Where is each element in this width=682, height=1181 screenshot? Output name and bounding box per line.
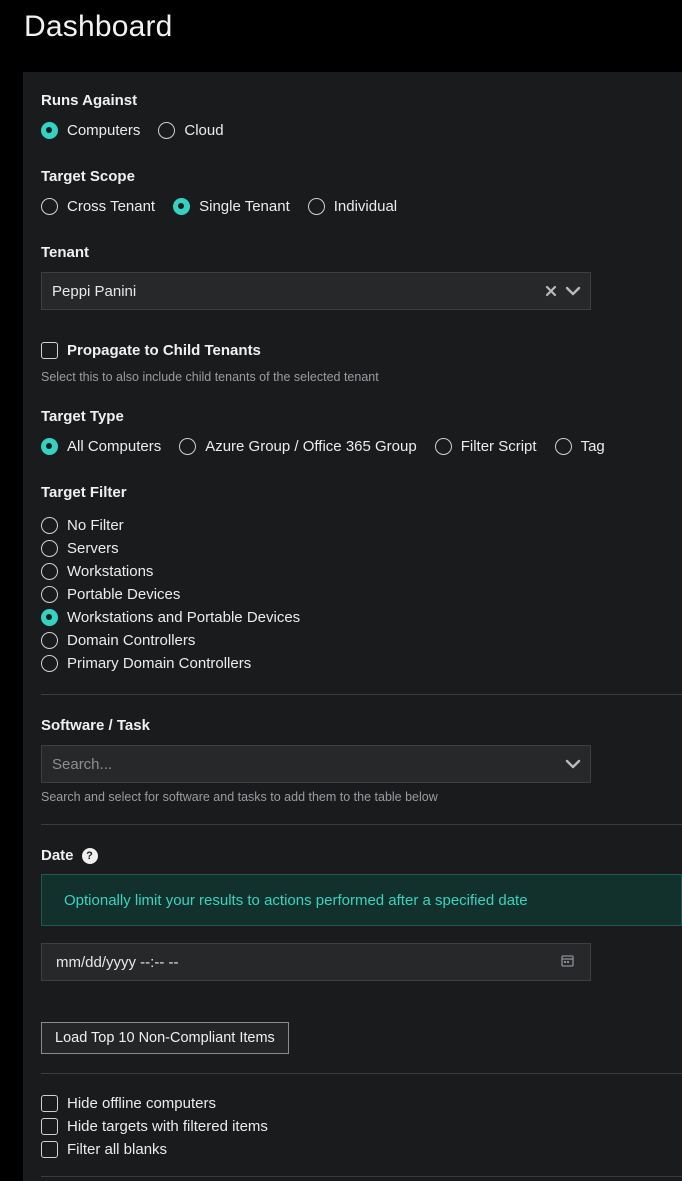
radio-all-computers[interactable]: All Computers [41, 438, 161, 455]
radio-servers[interactable]: Servers [41, 537, 300, 560]
target-scope-label: Target Scope [41, 168, 135, 185]
target-type-label: Target Type [41, 408, 124, 425]
tenant-select-value: Peppi Panini [52, 282, 137, 300]
radio-indicator[interactable] [41, 586, 58, 603]
radio-label: Primary Domain Controllers [67, 655, 252, 672]
date-info-alert: Optionally limit your results to actions… [41, 874, 682, 926]
propagate-checkbox-row[interactable]: Propagate to Child Tenants [41, 342, 261, 359]
radio-primary-domain-controllers[interactable]: Primary Domain Controllers [41, 652, 300, 675]
tenant-select[interactable]: Peppi Panini [41, 272, 591, 310]
clear-icon[interactable] [540, 280, 562, 302]
calendar-icon[interactable] [561, 954, 574, 971]
radio-indicator[interactable] [41, 655, 58, 672]
propagate-label: Propagate to Child Tenants [67, 342, 261, 359]
radio-indicator[interactable] [158, 122, 176, 139]
radio-indicator[interactable] [41, 438, 58, 455]
radio-indicator[interactable] [307, 198, 325, 215]
radio-tag[interactable]: Tag [554, 438, 605, 455]
radio-indicator[interactable] [41, 632, 58, 649]
radio-portable-devices[interactable]: Portable Devices [41, 583, 300, 606]
load-top-10-button[interactable]: Load Top 10 Non-Compliant Items [41, 1022, 289, 1054]
radio-label: Computers [67, 122, 141, 139]
radio-workstations-and-portable[interactable]: Workstations and Portable Devices [41, 606, 300, 629]
filter-blanks-checkbox[interactable] [41, 1141, 58, 1158]
radio-label: Cross Tenant [67, 198, 156, 215]
radio-azure-group[interactable]: Azure Group / Office 365 Group [179, 438, 417, 455]
display-options-group: Hide offline computers Hide targets with… [41, 1092, 268, 1161]
radio-indicator[interactable] [41, 517, 58, 534]
radio-indicator[interactable] [434, 438, 452, 455]
radio-cloud[interactable]: Cloud [158, 122, 224, 139]
radio-label: Filter Script [460, 438, 537, 455]
date-label: Date [41, 847, 74, 864]
help-icon[interactable]: ? [81, 847, 98, 864]
runs-against-group: Computers Cloud [41, 122, 242, 139]
hide-offline-checkbox[interactable] [41, 1095, 58, 1112]
divider [41, 824, 682, 825]
tenant-label: Tenant [41, 244, 90, 261]
radio-label: Cloud [184, 122, 224, 139]
radio-indicator[interactable] [41, 122, 58, 139]
divider [41, 694, 682, 695]
target-filter-label: Target Filter [41, 484, 127, 501]
radio-label: Single Tenant [199, 198, 290, 215]
date-alert-text: Optionally limit your results to actions… [64, 891, 528, 909]
radio-label: All Computers [67, 438, 162, 455]
hide-filtered-row[interactable]: Hide targets with filtered items [41, 1115, 268, 1138]
radio-workstations[interactable]: Workstations [41, 560, 300, 583]
radio-label: Servers [67, 540, 119, 557]
radio-label: No Filter [67, 517, 124, 534]
date-input-placeholder: mm/dd/yyyy --:-- -- [56, 953, 179, 971]
target-filter-group: No Filter Servers Workstations Portable … [41, 514, 300, 675]
radio-label: Portable Devices [67, 586, 181, 603]
propagate-hint: Select this to also include child tenant… [41, 370, 379, 384]
runs-against-label: Runs Against [41, 92, 138, 109]
radio-indicator[interactable] [41, 198, 58, 215]
radio-single-tenant[interactable]: Single Tenant [173, 198, 290, 215]
page-title: Dashboard [24, 10, 173, 43]
radio-indicator[interactable] [173, 198, 191, 215]
radio-computers[interactable]: Computers [41, 122, 140, 139]
checkbox-label: Filter all blanks [67, 1141, 168, 1158]
divider [41, 1176, 682, 1177]
radio-label: Tag [580, 438, 605, 455]
radio-individual[interactable]: Individual [307, 198, 398, 215]
date-input[interactable]: mm/dd/yyyy --:-- -- [41, 943, 591, 981]
propagate-checkbox[interactable] [41, 342, 58, 359]
software-task-search[interactable]: Search... [42, 756, 562, 773]
radio-domain-controllers[interactable]: Domain Controllers [41, 629, 300, 652]
radio-indicator[interactable] [41, 609, 58, 626]
radio-label: Individual [333, 198, 398, 215]
radio-filter-script[interactable]: Filter Script [434, 438, 537, 455]
software-task-label: Software / Task [41, 717, 150, 734]
target-type-group: All Computers Azure Group / Office 365 G… [41, 438, 623, 455]
radio-indicator[interactable] [41, 540, 58, 557]
software-task-hint: Search and select for software and tasks… [41, 790, 438, 804]
hide-filtered-checkbox[interactable] [41, 1118, 58, 1135]
radio-label: Azure Group / Office 365 Group [205, 438, 417, 455]
checkbox-label: Hide offline computers [67, 1095, 216, 1112]
checkbox-label: Hide targets with filtered items [67, 1118, 268, 1135]
radio-label: Domain Controllers [67, 632, 196, 649]
filter-blanks-row[interactable]: Filter all blanks [41, 1138, 268, 1161]
radio-indicator[interactable] [41, 563, 58, 580]
software-task-select[interactable]: Search... [41, 745, 591, 783]
target-scope-group: Cross Tenant Single Tenant Individual [41, 198, 415, 215]
divider [41, 1073, 682, 1074]
radio-cross-tenant[interactable]: Cross Tenant [41, 198, 155, 215]
radio-indicator[interactable] [554, 438, 572, 455]
chevron-down-icon[interactable] [562, 280, 584, 302]
hide-offline-row[interactable]: Hide offline computers [41, 1092, 268, 1115]
radio-label: Workstations and Portable Devices [67, 609, 301, 626]
date-header: Date ? [41, 847, 98, 864]
radio-label: Workstations [67, 563, 154, 580]
radio-indicator[interactable] [179, 438, 197, 455]
form-panel: Runs Against Computers Cloud Target Scop… [23, 72, 682, 1181]
radio-no-filter[interactable]: No Filter [41, 514, 300, 537]
chevron-down-icon[interactable] [562, 753, 584, 775]
